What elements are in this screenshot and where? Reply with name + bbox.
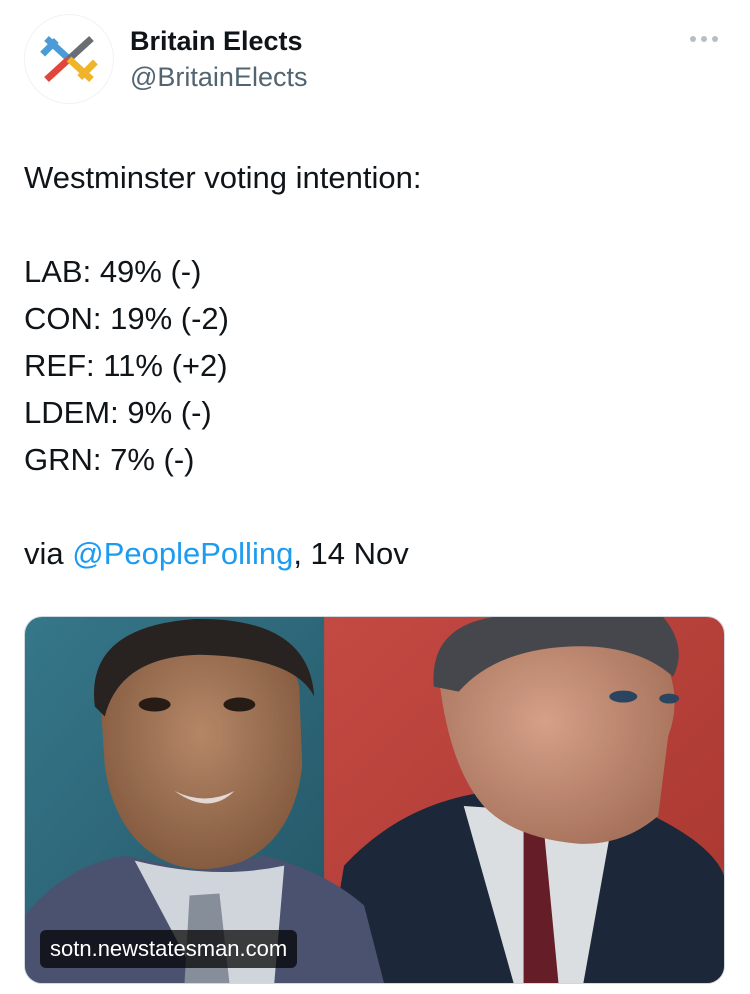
result-grn: GRN: 7% (-) [24,442,195,477]
via-prefix: via [24,536,73,571]
result-ref: REF: 11% (+2) [24,348,228,383]
author-display-name[interactable]: Britain Elects [130,24,303,58]
result-lab: LAB: 49% (-) [24,254,202,289]
tweet-text: Westminster voting intention: LAB: 49% (… [24,154,724,577]
link-domain-badge[interactable]: sotn.newstatesman.com [40,930,298,968]
mention-link[interactable]: @PeoplePolling [72,536,293,571]
britain-elects-x-logo-icon [40,35,98,83]
author-handle[interactable]: @BritainElects [130,60,307,94]
tweet: Britain Elects @BritainElects Westminste… [0,0,750,994]
result-ldem: LDEM: 9% (-) [24,395,212,430]
date-suffix: , 14 Nov [293,536,409,571]
avatar[interactable] [24,14,114,104]
source-line: via @PeoplePolling, 14 Nov [24,530,724,577]
result-con: CON: 19% (-2) [24,301,229,336]
more-horizontal-icon [690,36,718,42]
link-card-image[interactable] [24,616,725,984]
more-options-button[interactable] [686,28,722,50]
tweet-headline: Westminster voting intention: [24,160,422,195]
politicians-photo [25,617,724,983]
